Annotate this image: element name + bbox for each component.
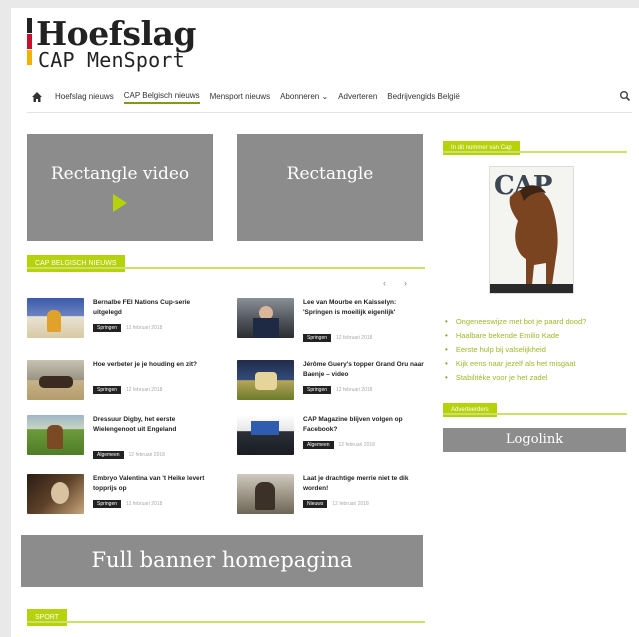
list-item[interactable]: • Stabilitéke voor je het zadel: [445, 370, 586, 384]
issue-link[interactable]: Haalbare bekende Emilio Kade: [456, 331, 559, 340]
news-item[interactable]: Bernalbe FEI Nations Cup-serie uitgelegd…: [27, 298, 217, 348]
news-date: 12 februari 2018: [128, 452, 165, 458]
news-category-badge[interactable]: Algemeen: [303, 441, 334, 449]
news-category-badge[interactable]: Springen: [93, 324, 122, 332]
nav-item-abonneren[interactable]: Abonneren ⌄: [280, 92, 328, 103]
news-thumbnail[interactable]: [27, 474, 84, 514]
magazine-footer-bar: [490, 284, 573, 293]
section-label-nieuws[interactable]: CAP BELGISCH NIEUWS: [27, 255, 125, 272]
rectangle-ad[interactable]: Rectangle: [237, 134, 423, 241]
nav-divider: [27, 112, 632, 113]
news-item[interactable]: Jérôme Guery's topper Grand Oru naar Bae…: [237, 360, 427, 410]
magazine-cover[interactable]: CAP: [489, 166, 574, 294]
news-date: 12 februari 2018: [126, 387, 163, 393]
nav-item-mensport-nieuws[interactable]: Mensport nieuws: [210, 92, 270, 103]
nav-item-bedrijvengids[interactable]: Bedrijvengids België: [387, 92, 460, 103]
news-title[interactable]: Embryo Valentina van 't Heike levert top…: [93, 474, 215, 494]
main-nav: Hoefslag nieuws CAP Belgisch nieuws Mens…: [31, 86, 631, 108]
news-category-badge[interactable]: Algemeen: [93, 451, 124, 459]
news-title[interactable]: Lee van Mourbe en Kaisselyn: 'Springen i…: [303, 298, 425, 318]
section-label-sport[interactable]: SPORT: [27, 609, 67, 626]
news-thumbnail[interactable]: [237, 298, 294, 338]
nav-item-adverteren[interactable]: Adverteren: [338, 92, 377, 103]
rectangle-video-ad[interactable]: Rectangle video: [27, 134, 213, 241]
nav-item-cap-belgisch-nieuws[interactable]: CAP Belgisch nieuws: [123, 91, 200, 104]
logolink-label: Logolink: [505, 432, 564, 447]
rectangle-video-label: Rectangle video: [50, 164, 190, 184]
news-title[interactable]: Laat je drachtige merrie niet te dik wor…: [303, 474, 425, 494]
rectangle-label: Rectangle: [286, 164, 374, 184]
sidebar-header-adverteerders: Adverteerders: [443, 398, 627, 417]
issue-link[interactable]: Eerste hulp bij valselijkheid: [456, 345, 546, 354]
search-icon[interactable]: [619, 90, 631, 102]
news-date: 12 februari 2018: [336, 335, 373, 341]
news-category-badge[interactable]: Springen: [303, 334, 332, 342]
issue-link[interactable]: Stabilitéke voor je het zadel: [456, 373, 548, 382]
news-title[interactable]: Dressuur Digby, het eerste Wielengenoot …: [93, 415, 215, 435]
news-title[interactable]: Bernalbe FEI Nations Cup-serie uitgelegd: [93, 298, 215, 318]
news-date: 12 februari 2018: [126, 325, 163, 331]
full-banner-label: Full banner homepagina: [91, 548, 353, 572]
carousel-arrows: ‹›: [383, 278, 425, 288]
news-item[interactable]: Laat je drachtige merrie niet te dik wor…: [237, 474, 427, 524]
news-item[interactable]: Lee van Mourbe en Kaisselyn: 'Springen i…: [237, 298, 427, 348]
list-item[interactable]: • Eerste hulp bij valselijkheid: [445, 342, 586, 356]
news-thumbnail[interactable]: [237, 415, 294, 455]
list-item[interactable]: • Kijk eens naar jezelf als het misgaat: [445, 356, 586, 370]
news-thumbnail[interactable]: [237, 360, 294, 400]
list-item[interactable]: • Haalbare bekende Emilio Kade: [445, 328, 586, 342]
news-title[interactable]: CAP Magazine blijven volgen op Facebook?: [303, 415, 425, 435]
section-header-nieuws: CAP BELGISCH NIEUWS: [27, 252, 425, 272]
news-title[interactable]: Jérôme Guery's topper Grand Oru naar Bae…: [303, 360, 425, 380]
news-thumbnail[interactable]: [27, 415, 84, 455]
logolink-ad[interactable]: Logolink: [443, 428, 626, 452]
next-arrow-icon[interactable]: ›: [404, 278, 425, 288]
news-category-badge[interactable]: Springen: [93, 386, 122, 394]
home-icon[interactable]: [31, 91, 43, 103]
full-banner-ad[interactable]: Full banner homepagina: [21, 535, 423, 587]
horse-illustration: [509, 185, 558, 285]
issue-link-list: • Ongeneeswijze met bot je paard dood? • H…: [445, 314, 586, 384]
news-thumbnail[interactable]: [27, 360, 84, 400]
news-item[interactable]: Hoe verbeter je je houding en zit? Sprin…: [27, 360, 217, 410]
news-item[interactable]: Embryo Valentina van 't Heike levert top…: [27, 474, 217, 524]
news-category-badge[interactable]: Springen: [303, 386, 332, 394]
prev-arrow-icon[interactable]: ‹: [383, 278, 404, 288]
news-date: 12 februari 2018: [338, 442, 375, 448]
nav-item-hoefslag-nieuws[interactable]: Hoefslag nieuws: [55, 92, 114, 103]
news-date: 12 februari 2018: [336, 387, 373, 393]
news-thumbnail[interactable]: [27, 298, 84, 338]
site-logo-subtitle[interactable]: CAP MenSport: [38, 48, 185, 72]
news-title[interactable]: Hoe verbeter je je houding en zit?: [93, 360, 215, 370]
news-category-badge[interactable]: Springen: [93, 500, 122, 508]
play-icon[interactable]: [113, 194, 127, 212]
list-item[interactable]: • Ongeneeswijze met bot je paard dood?: [445, 314, 586, 328]
issue-link[interactable]: Ongeneeswijze met bot je paard dood?: [456, 317, 587, 326]
news-date: 12 februari 2018: [126, 501, 163, 507]
issue-link[interactable]: Kijk eens naar jezelf als het misgaat: [456, 359, 576, 368]
section-header-sport: SPORT: [27, 606, 425, 626]
news-item[interactable]: Dressuur Digby, het eerste Wielengenoot …: [27, 415, 217, 465]
logo-stripe: [27, 18, 32, 65]
news-category-badge[interactable]: Nieuws: [303, 500, 328, 508]
news-item[interactable]: CAP Magazine blijven volgen op Facebook?…: [237, 415, 427, 465]
news-thumbnail[interactable]: [237, 474, 294, 514]
page: Hoefslag CAP MenSport Hoefslag nieuws CA…: [11, 8, 639, 637]
news-date: 12 februari 2018: [332, 501, 369, 507]
sidebar-header-cap-issue: In dit nummer van Cap: [443, 136, 627, 155]
